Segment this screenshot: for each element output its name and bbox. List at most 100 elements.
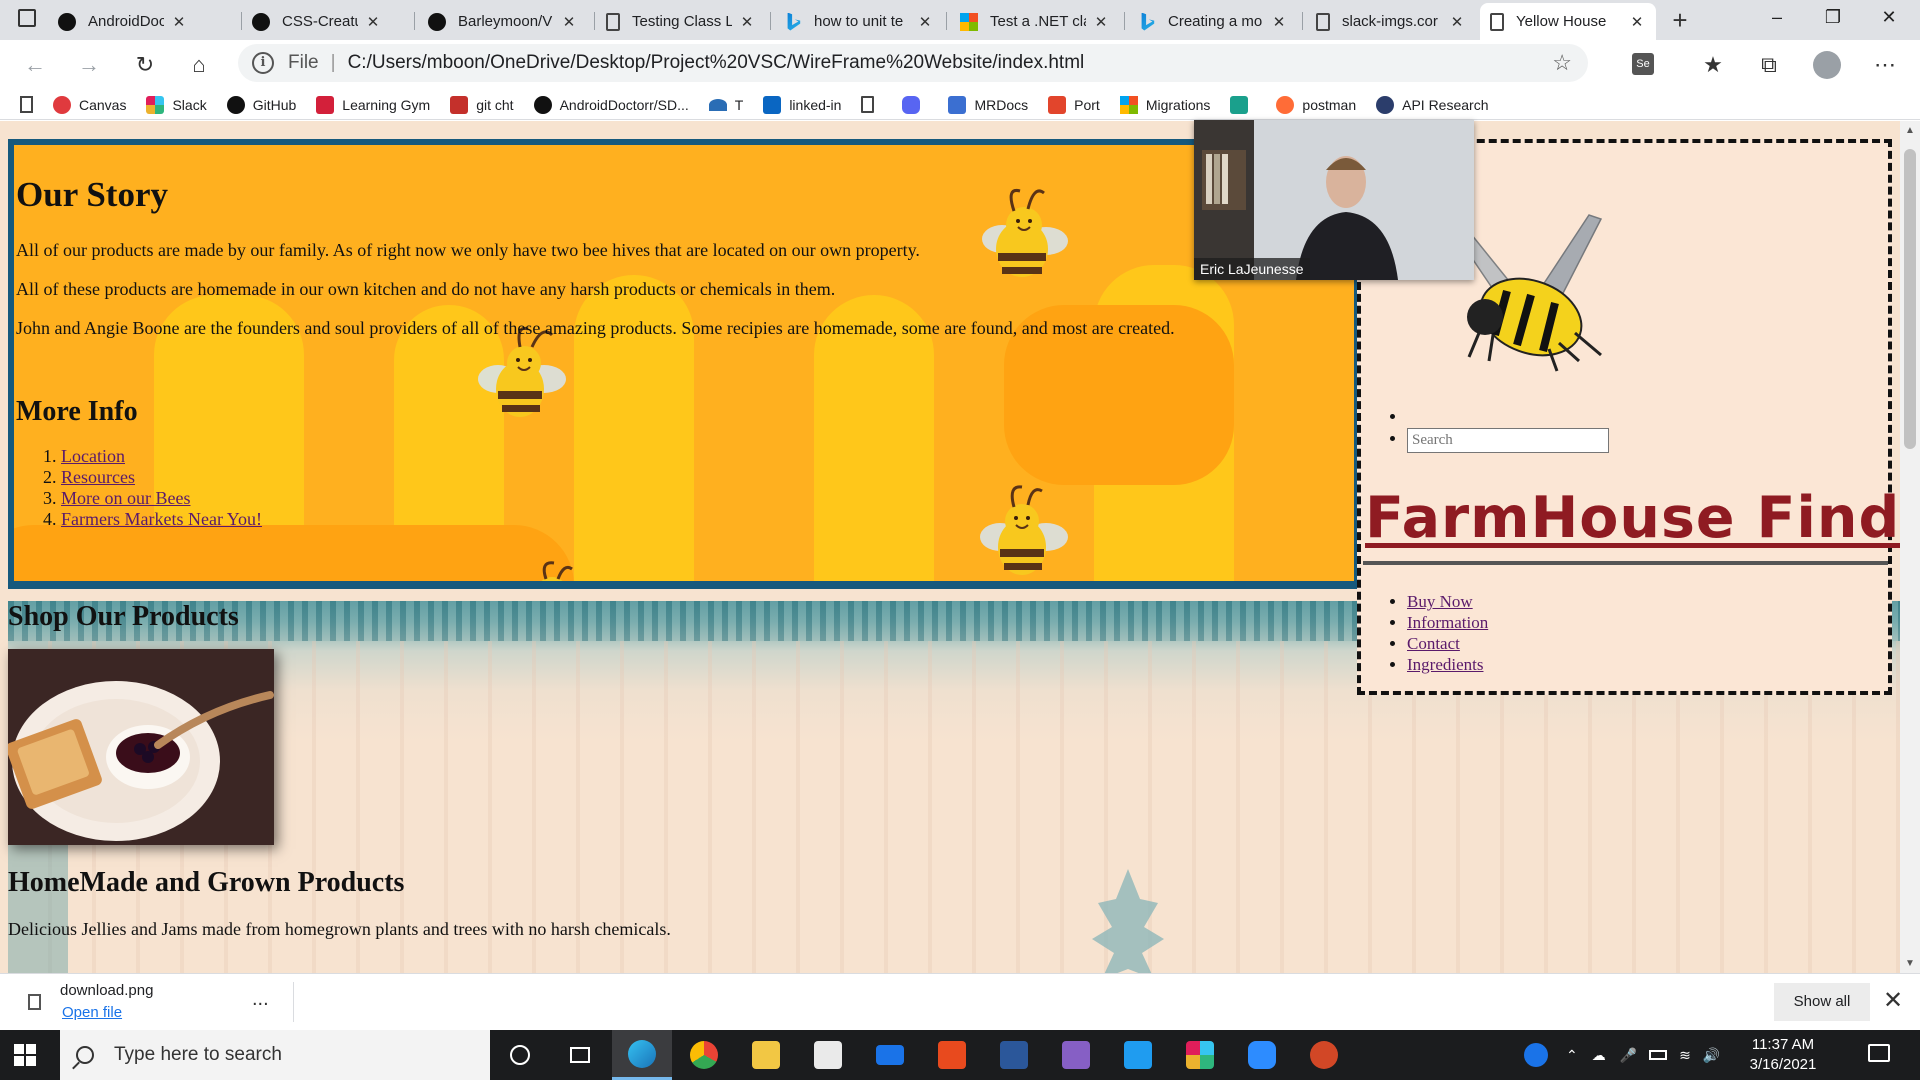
bookmark-api-research[interactable]: API Research	[1376, 95, 1488, 114]
microphone-icon[interactable]: 🎤	[1620, 1047, 1637, 1064]
battery-icon[interactable]	[1649, 1050, 1668, 1060]
home-button[interactable]: ⌂	[182, 48, 216, 82]
close-icon[interactable]: ✕	[560, 13, 578, 31]
bookmark-canvas[interactable]: Canvas	[53, 95, 126, 114]
settings-more-icon[interactable]: ⋯	[1868, 48, 1902, 82]
wifi-icon[interactable]: ≋	[1679, 1047, 1691, 1064]
bookmark-port[interactable]: Port	[1048, 95, 1100, 114]
tab-test-dotnet-class[interactable]: Test a .NET cla ✕	[950, 3, 1120, 40]
bookmark-learning-gym[interactable]: Learning Gym	[316, 95, 430, 114]
download-more-button[interactable]: ...	[252, 988, 269, 1011]
add-favorite-icon[interactable]: ☆	[1552, 50, 1572, 76]
bookmark-page[interactable]	[861, 96, 882, 113]
selenium-extension-icon[interactable]: Se	[1632, 53, 1654, 75]
word-icon[interactable]	[984, 1030, 1044, 1080]
zoom-icon[interactable]	[1232, 1030, 1292, 1080]
close-icon[interactable]: ✕	[1448, 13, 1466, 31]
download-filename[interactable]: download.png	[60, 982, 153, 999]
show-all-button[interactable]: Show all	[1774, 983, 1870, 1021]
close-icon[interactable]: ✕	[916, 13, 934, 31]
cortana-icon[interactable]	[490, 1030, 550, 1080]
farmers-markets-link[interactable]: Farmers Markets Near You!	[61, 509, 262, 529]
close-icon[interactable]: ✕	[1092, 13, 1110, 31]
list-item: Resources	[61, 467, 1354, 488]
refresh-button[interactable]: ↻	[128, 48, 162, 82]
product-image[interactable]	[8, 649, 274, 845]
maximize-button[interactable]: ❐	[1810, 0, 1856, 36]
favorites-icon[interactable]: ★	[1696, 48, 1730, 82]
chrome-taskbar-icon[interactable]	[674, 1030, 734, 1080]
edge-taskbar-icon[interactable]	[612, 1030, 672, 1080]
slack-taskbar-icon[interactable]	[1170, 1030, 1230, 1080]
product-heading: HomeMade and Grown Products	[8, 867, 405, 898]
tab-barleymoon[interactable]: Barleymoon/V ✕	[418, 3, 588, 40]
search-input[interactable]	[1407, 428, 1609, 453]
page-scrollbar[interactable]: ▲ ▼	[1900, 121, 1920, 973]
forward-button[interactable]: →	[72, 48, 106, 82]
close-window-button[interactable]: ✕	[1866, 0, 1912, 36]
open-file-link[interactable]: Open file	[62, 1004, 122, 1021]
close-icon[interactable]: ✕	[1628, 13, 1646, 31]
tab-creating-a-mock[interactable]: Creating a mo ✕	[1128, 3, 1298, 40]
cloud-icon[interactable]: ☁	[1592, 1047, 1606, 1064]
close-icon[interactable]: ✕	[170, 13, 188, 31]
bookmark-postman[interactable]: postman	[1276, 95, 1356, 114]
tab-css-creature[interactable]: CSS-Creature/ ✕	[242, 3, 392, 40]
windows-start-icon[interactable]	[14, 1044, 36, 1066]
back-button[interactable]: ←	[18, 48, 52, 82]
bookmark-t[interactable]: T	[708, 97, 743, 113]
bookmark-discord[interactable]	[902, 95, 928, 114]
new-tab-button[interactable]: +	[1664, 4, 1696, 36]
resources-link[interactable]: Resources	[61, 467, 135, 487]
close-icon[interactable]: ✕	[738, 13, 756, 31]
buy-now-link[interactable]: Buy Now	[1407, 592, 1473, 611]
location-link[interactable]: Location	[61, 446, 125, 466]
mail-icon[interactable]	[860, 1030, 920, 1080]
chevron-up-icon[interactable]: ⌃	[1566, 1047, 1578, 1064]
tab-androiddoctor[interactable]: AndroidDocto ✕	[48, 3, 198, 40]
bookmark-github[interactable]: GitHub	[226, 95, 296, 114]
bookmark-mrdocs[interactable]: MRDocs	[948, 95, 1028, 114]
profile-avatar[interactable]	[1813, 51, 1841, 79]
powerpoint-icon[interactable]	[1294, 1030, 1354, 1080]
bookmark-androiddoctorr[interactable]: AndroidDoctorr/SD...	[533, 95, 689, 114]
video-call-overlay[interactable]: Eric LaJeunesse	[1194, 120, 1474, 280]
close-icon[interactable]: ✕	[1270, 13, 1288, 31]
page-icon[interactable]	[20, 96, 33, 113]
system-clock[interactable]: 11:37 AM 3/16/2021	[1742, 1035, 1824, 1075]
scroll-up-icon[interactable]: ▲	[1900, 125, 1920, 136]
vscode-icon[interactable]	[1108, 1030, 1168, 1080]
bookmark-slack[interactable]: Slack	[146, 95, 207, 114]
minimize-button[interactable]: –	[1754, 0, 1800, 36]
task-view-icon[interactable]	[550, 1030, 610, 1080]
bookmark-t4u[interactable]	[1230, 95, 1256, 114]
scrollbar-thumb[interactable]	[1904, 149, 1916, 449]
info-icon[interactable]: i	[252, 52, 274, 74]
tab-yellow-house[interactable]: Yellow House ✕	[1480, 3, 1656, 40]
file-explorer-icon[interactable]	[736, 1030, 796, 1080]
ingredients-link[interactable]: Ingredients	[1407, 655, 1483, 674]
volume-icon[interactable]: 🔊	[1703, 1047, 1720, 1064]
scroll-down-icon[interactable]: ▼	[1900, 958, 1920, 969]
taskbar-search[interactable]: Type here to search	[60, 1030, 490, 1080]
discord-icon	[902, 95, 921, 114]
tab-how-to-unit-test[interactable]: how to unit te ✕	[774, 3, 944, 40]
visual-studio-icon[interactable]	[1046, 1030, 1106, 1080]
bookmark-git-cht[interactable]: git cht	[450, 95, 514, 114]
contact-link[interactable]: Contact	[1407, 634, 1460, 653]
information-link[interactable]: Information	[1407, 613, 1488, 632]
browser-menu-icon[interactable]	[18, 9, 36, 27]
collections-icon[interactable]: ⧉	[1752, 48, 1786, 82]
notifications-icon[interactable]	[1868, 1044, 1890, 1062]
tab-testing-class[interactable]: Testing Class L ✕	[596, 3, 766, 40]
address-bar[interactable]: i File | C:/Users/mboon/OneDrive/Desktop…	[238, 44, 1588, 82]
bookmark-linked-in[interactable]: linked-in	[763, 95, 841, 114]
close-icon[interactable]: ✕	[1883, 986, 1903, 1015]
bookmark-migrations[interactable]: Migrations	[1119, 95, 1210, 114]
more-on-bees-link[interactable]: More on our Bees	[61, 488, 190, 508]
office-icon[interactable]	[922, 1030, 982, 1080]
store-icon[interactable]	[798, 1030, 858, 1080]
help-icon[interactable]	[1524, 1043, 1548, 1067]
close-icon[interactable]: ✕	[364, 13, 382, 31]
tab-slack-imgs[interactable]: slack-imgs.cor ✕	[1306, 3, 1476, 40]
